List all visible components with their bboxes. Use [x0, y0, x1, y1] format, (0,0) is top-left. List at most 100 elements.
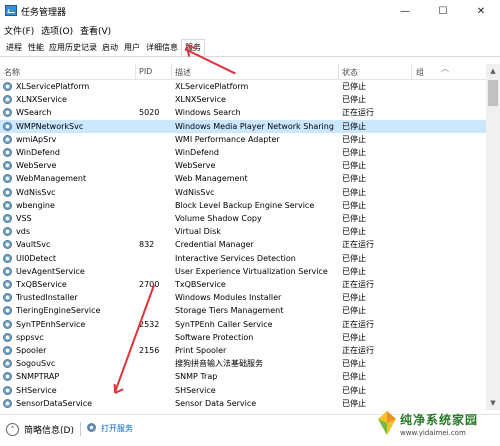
menu-options[interactable]: 选项(O) — [41, 24, 73, 37]
service-row[interactable]: WebManagement Web Management 已停止 — [0, 172, 486, 185]
service-name: WMPNetworkSvc — [16, 121, 84, 131]
service-name: SynTPEnhService — [16, 319, 86, 329]
service-row[interactable]: VaultSvc 832 Credential Manager 正在运行 — [0, 238, 486, 251]
service-row[interactable]: XLServicePlatform XLServicePlatform 已停止 — [0, 80, 486, 93]
tab-details[interactable]: 详细信息 — [144, 41, 180, 55]
tab-users[interactable]: 用户 — [122, 41, 142, 55]
service-row[interactable]: WMPNetworkSvc Windows Media Player Networ… — [0, 119, 486, 133]
service-description: 搜狗拼音输入法基础服务 — [175, 359, 263, 369]
service-name: wmiApSrv — [16, 134, 57, 144]
service-gear-icon — [3, 227, 12, 237]
column-status[interactable]: 状态 — [342, 67, 358, 78]
service-description: SynTPEnh Caller Service — [175, 319, 273, 329]
service-row[interactable]: wbengine Block Level Backup Engine Servic… — [0, 199, 486, 212]
fewer-details-button[interactable]: 简略信息(D) — [24, 423, 74, 436]
service-row[interactable]: TrustedInstaller Windows Modules Installe… — [0, 291, 486, 304]
service-row[interactable]: SNMPTRAP SNMP Trap 已停止 — [0, 370, 486, 383]
service-status: 已停止 — [342, 187, 366, 197]
column-group[interactable]: 组 — [416, 67, 424, 78]
service-row[interactable]: TxQBService 2700 TxQBService 正在运行 — [0, 278, 486, 291]
column-description[interactable]: 描述 — [175, 67, 191, 78]
services-icon[interactable] — [87, 423, 96, 432]
service-description: TxQBService — [175, 280, 226, 289]
tab-processes[interactable]: 进程 — [4, 41, 24, 55]
service-name: WebManagement — [16, 174, 87, 184]
service-gear-icon — [3, 187, 12, 197]
service-row[interactable]: SynTPEnhService 2532 SynTPEnh Caller Servi… — [0, 318, 486, 331]
maximize-button[interactable]: ☐ — [424, 0, 462, 22]
service-name: UevAgentService — [16, 266, 85, 276]
service-name: SensorDataService — [16, 398, 93, 408]
service-row[interactable]: WebServe WebServe 已停止 — [0, 159, 486, 172]
menu-view[interactable]: 查看(V) — [80, 24, 111, 37]
service-description: SNMP Trap — [175, 372, 218, 382]
service-gear-icon — [3, 82, 12, 91]
chevron-up-icon[interactable]: ⌃ — [6, 423, 19, 436]
divider — [80, 422, 81, 436]
scroll-thumb[interactable] — [488, 80, 498, 106]
service-row[interactable]: UevAgentService User Experience Virtualiz… — [0, 265, 486, 278]
service-description: XLServicePlatform — [175, 82, 249, 91]
service-row[interactable]: SHService SHService 已停止 — [0, 384, 486, 397]
service-gear-icon — [3, 121, 12, 131]
close-button[interactable]: ✕ — [462, 0, 500, 22]
watermark-title: 纯净系统家园 — [400, 413, 479, 427]
service-status: 已停止 — [342, 359, 366, 369]
site-watermark: 纯净系统家园 www.yidaimei.com — [376, 408, 498, 443]
service-name: WinDefend — [16, 148, 60, 157]
service-row[interactable]: TieringEngineService Storage Tiers Manage… — [0, 304, 486, 317]
service-status: 已停止 — [342, 372, 366, 382]
service-gear-icon — [3, 385, 12, 395]
column-divider[interactable] — [135, 64, 136, 79]
service-status: 已停止 — [342, 148, 366, 157]
window-controls: — ☐ ✕ — [386, 0, 500, 22]
minimize-button[interactable]: — — [386, 0, 424, 22]
service-row[interactable]: SogouSvc 搜狗拼音输入法基础服务 已停止 — [0, 357, 486, 370]
menu-file[interactable]: 文件(F) — [4, 24, 34, 37]
vertical-scrollbar[interactable]: ▲ ▼ — [486, 64, 500, 410]
service-status: 正在运行 — [342, 108, 374, 118]
service-description: Web Management — [175, 174, 248, 184]
service-gear-icon — [3, 359, 12, 369]
column-divider[interactable] — [411, 64, 412, 79]
service-gear-icon — [3, 280, 12, 289]
scroll-up-icon[interactable]: ▲ — [486, 64, 500, 78]
service-gear-icon — [3, 200, 12, 210]
service-gear-icon — [3, 95, 12, 105]
tab-app-history[interactable]: 应用历史记录 — [48, 41, 98, 55]
column-divider[interactable] — [171, 64, 172, 79]
service-row[interactable]: UI0Detect Interactive Services Detection 已… — [0, 252, 486, 265]
service-row[interactable]: Spooler 2156 Print Spooler 正在运行 — [0, 344, 486, 357]
service-description: User Experience Virtualization Service — [175, 266, 328, 276]
service-description: Software Protection — [175, 332, 254, 342]
service-row[interactable]: WdNisSvc WdNisSvc 已停止 — [0, 186, 486, 199]
service-row[interactable]: sppsvc Software Protection 已停止 — [0, 331, 486, 344]
tab-startup[interactable]: 启动 — [100, 41, 120, 55]
service-row[interactable]: VSS Volume Shadow Copy 已停止 — [0, 212, 486, 225]
watermark-url: www.yidaimei.com — [400, 429, 466, 437]
service-status: 正在运行 — [342, 319, 374, 329]
service-row[interactable]: wmiApSrv WMI Performance Adapter 已停止 — [0, 133, 486, 146]
column-name[interactable]: 名称 — [4, 67, 20, 78]
service-status: 已停止 — [342, 306, 366, 316]
service-gear-icon — [3, 134, 12, 144]
service-row[interactable]: XLNXService XLNXService 已停止 — [0, 93, 486, 106]
service-description: Windows Media Player Network Sharing ... — [175, 121, 335, 131]
service-status: 已停止 — [342, 82, 366, 91]
service-pid: 2532 — [139, 319, 160, 329]
service-description: WebServe — [175, 161, 216, 171]
service-name: VaultSvc — [16, 240, 51, 250]
tab-performance[interactable]: 性能 — [26, 41, 46, 55]
service-gear-icon — [3, 266, 12, 276]
column-pid[interactable]: PID — [139, 67, 152, 76]
service-row[interactable]: vds Virtual Disk 已停止 — [0, 225, 486, 238]
service-gear-icon — [3, 161, 12, 171]
service-gear-icon — [3, 253, 12, 263]
service-status: 已停止 — [342, 266, 366, 276]
column-divider[interactable] — [338, 64, 339, 79]
service-row[interactable]: WinDefend WinDefend 已停止 — [0, 146, 486, 159]
open-services-link[interactable]: 打开服务 — [101, 423, 133, 434]
service-name: WSearch — [16, 108, 52, 118]
service-row[interactable]: WSearch 5020 Windows Search 正在运行 — [0, 106, 486, 119]
service-description: XLNXService — [175, 95, 226, 105]
